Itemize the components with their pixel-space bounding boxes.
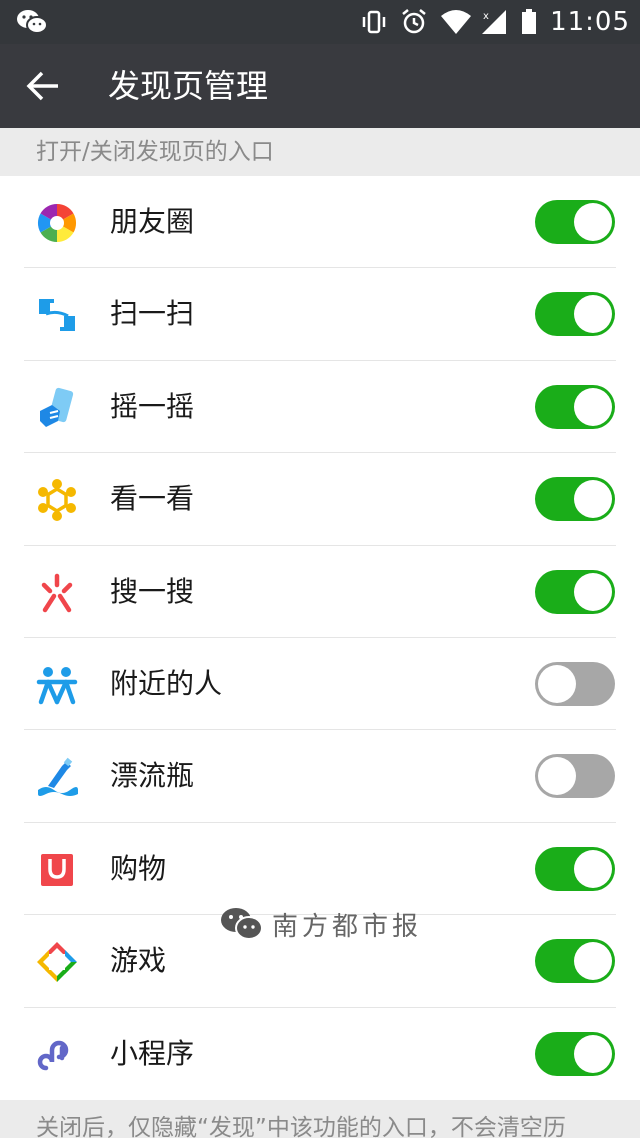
footer-note-text: 关闭后，仅隐藏“发现”中该功能的入口，不会清空历 [36, 1115, 566, 1138]
list-item-shopping[interactable]: 购物 [0, 823, 640, 916]
alarm-icon [400, 8, 428, 36]
toggle-knob [574, 387, 612, 426]
toggle-switch[interactable] [535, 569, 615, 614]
list-item-label: 购物 [110, 851, 167, 885]
list-item-label: 小程序 [110, 1036, 195, 1070]
mini-programs-icon [36, 1034, 78, 1076]
top-stories-icon [36, 479, 78, 522]
signal-icon: x [480, 8, 508, 36]
wechat-icon [16, 8, 48, 36]
toggle-switch[interactable] [535, 1031, 615, 1076]
svg-text:x: x [483, 11, 489, 22]
toggle-switch[interactable] [535, 661, 615, 706]
watermark: 南方都市报 [220, 904, 422, 944]
toggle-knob [574, 849, 612, 888]
toggle-knob [574, 295, 612, 334]
people-nearby-icon [36, 664, 78, 706]
list-item-scan[interactable]: 扫一扫 [0, 268, 640, 362]
toggle-knob [574, 1034, 612, 1073]
toggle-switch[interactable] [535, 939, 615, 984]
toggle-switch[interactable] [535, 292, 615, 337]
drift-bottle-icon [36, 756, 78, 798]
list-item-label: 朋友圈 [110, 205, 195, 238]
section-header-text: 打开/关闭发现页的入口 [36, 139, 274, 165]
list-item-label: 摇一摇 [110, 389, 195, 423]
toggle-knob [574, 480, 612, 519]
list-item-moments[interactable]: 朋友圈 [0, 176, 640, 269]
battery-icon [520, 8, 538, 36]
toggle-knob [574, 942, 612, 981]
list-item-label: 漂流瓶 [110, 759, 195, 793]
status-bar: x 11:05 [0, 0, 640, 44]
toggle-switch[interactable] [535, 477, 615, 522]
wechat-logo-icon [220, 906, 264, 942]
toggle-knob [574, 203, 612, 241]
status-time: 11:05 [550, 7, 630, 37]
list-item-label: 扫一扫 [110, 297, 195, 331]
games-icon [36, 941, 78, 983]
toggle-switch[interactable] [535, 754, 615, 799]
list-item-label: 看一看 [110, 482, 195, 516]
list-item-people-nearby[interactable]: 附近的人 [0, 638, 640, 731]
discover-entries-list: 朋友圈 扫一扫 摇一摇 看一看 搜一搜 附近的人 漂流瓶 购物 游戏 小程序 [0, 176, 640, 1100]
wifi-icon [440, 8, 472, 36]
list-item-search[interactable]: 搜一搜 [0, 546, 640, 639]
toggle-switch[interactable] [535, 846, 615, 891]
toggle-knob [538, 664, 576, 703]
list-item-label: 附近的人 [110, 666, 223, 700]
toggle-switch[interactable] [535, 384, 615, 429]
vibrate-icon [360, 8, 388, 36]
toggle-switch[interactable] [535, 200, 615, 244]
list-item-top-stories[interactable]: 看一看 [0, 453, 640, 546]
footer-note: 关闭后，仅隐藏“发现”中该功能的入口，不会清空历 [0, 1100, 640, 1138]
list-item-mini-programs[interactable]: 小程序 [0, 1008, 640, 1100]
arrow-left-icon [26, 71, 58, 101]
status-icons: x 11:05 [360, 0, 630, 44]
search-icon [36, 572, 78, 614]
watermark-text: 南方都市报 [272, 911, 423, 942]
section-header: 打开/关闭发现页的入口 [0, 128, 640, 176]
app-bar: 发现页管理 [0, 44, 640, 128]
back-button[interactable] [22, 65, 64, 107]
list-item-shake[interactable]: 摇一摇 [0, 361, 640, 454]
toggle-knob [574, 572, 612, 611]
page-title: 发现页管理 [108, 67, 269, 105]
list-item-label: 搜一搜 [110, 574, 195, 608]
shopping-icon [36, 849, 78, 891]
moments-icon [36, 202, 78, 244]
shake-icon [36, 387, 78, 429]
toggle-knob [538, 757, 576, 796]
scan-icon [36, 294, 78, 336]
list-item-label: 游戏 [110, 944, 167, 978]
list-item-drift-bottle[interactable]: 漂流瓶 [0, 730, 640, 824]
